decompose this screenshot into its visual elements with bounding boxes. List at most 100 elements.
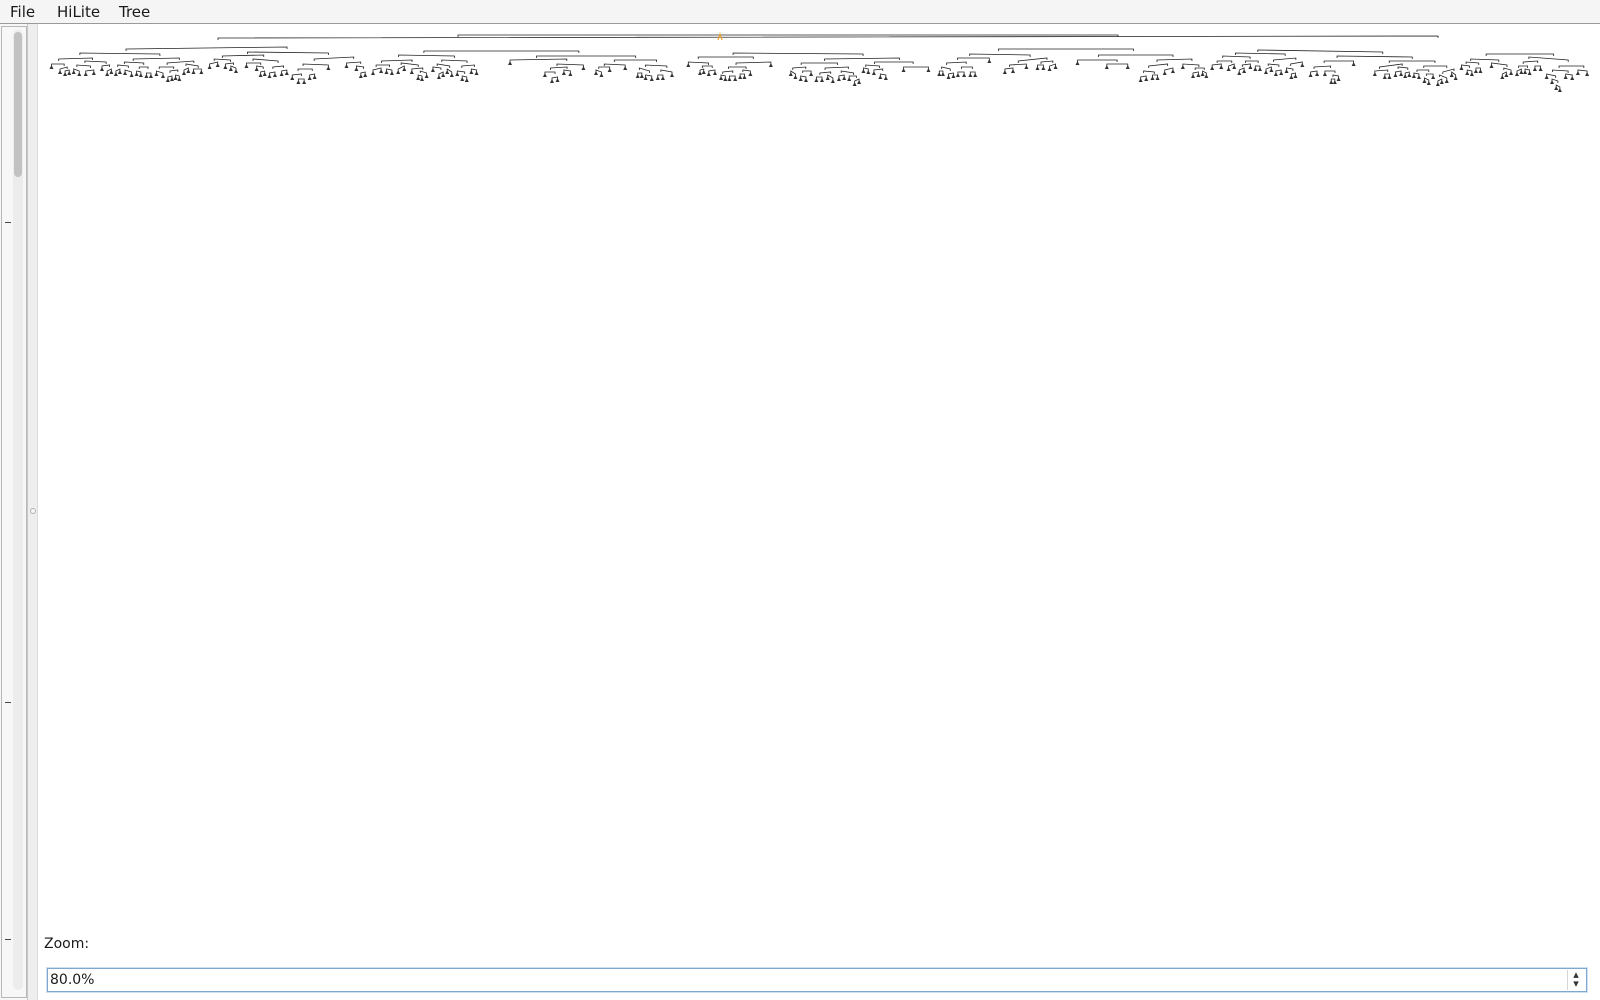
tree-node[interactable] xyxy=(852,82,857,86)
vertical-scrollbar-thumb[interactable] xyxy=(14,32,22,177)
tree-node[interactable] xyxy=(154,72,159,76)
tree-node[interactable] xyxy=(344,64,349,68)
tree-node[interactable] xyxy=(593,71,598,75)
tree-node[interactable] xyxy=(643,76,648,80)
tree-node[interactable] xyxy=(123,71,128,75)
tree-node[interactable] xyxy=(1514,72,1519,76)
tree-node[interactable] xyxy=(1308,73,1313,77)
tree-node[interactable] xyxy=(581,66,586,70)
tree-node[interactable] xyxy=(803,78,808,82)
tree-node[interactable] xyxy=(1322,72,1327,76)
tree-node[interactable] xyxy=(177,77,182,81)
tree-node[interactable] xyxy=(1554,86,1559,90)
tree-node[interactable] xyxy=(1150,76,1155,80)
tree-node[interactable] xyxy=(1426,81,1431,85)
tree-node[interactable] xyxy=(1315,72,1320,76)
tree-node[interactable] xyxy=(1035,66,1040,70)
tree-node[interactable] xyxy=(946,75,951,79)
tree-node[interactable] xyxy=(1465,71,1470,75)
tree-node[interactable] xyxy=(284,71,289,75)
tree-node[interactable] xyxy=(1190,74,1195,78)
tree-node[interactable] xyxy=(706,72,711,76)
tree-node[interactable] xyxy=(1351,62,1356,66)
decision-tree-view[interactable] xyxy=(38,26,1600,926)
tree-node[interactable] xyxy=(228,67,233,71)
tree-node[interactable] xyxy=(1372,72,1377,76)
tree-node[interactable] xyxy=(445,70,450,74)
tree-node[interactable] xyxy=(1002,70,1007,74)
tree-node[interactable] xyxy=(199,70,204,74)
tree-node[interactable] xyxy=(727,77,732,81)
tree-node[interactable] xyxy=(469,70,474,74)
tree-node[interactable] xyxy=(1416,75,1421,79)
tree-node[interactable] xyxy=(1242,69,1247,73)
tree-node[interactable] xyxy=(623,66,628,70)
tree-node[interactable] xyxy=(67,71,72,75)
tree-node[interactable] xyxy=(1403,74,1408,78)
tree-node[interactable] xyxy=(1300,63,1305,67)
tree-node[interactable] xyxy=(1585,72,1590,76)
tree-node[interactable] xyxy=(113,72,118,76)
tree-node[interactable] xyxy=(117,70,122,74)
tree-node[interactable] xyxy=(670,73,675,77)
tree-node[interactable] xyxy=(91,71,96,75)
tree-node[interactable] xyxy=(186,69,191,73)
tree-node[interactable] xyxy=(420,77,425,81)
tree-node[interactable] xyxy=(262,72,267,76)
tree-node[interactable] xyxy=(223,65,228,69)
tree-node[interactable] xyxy=(901,68,906,72)
tree-node[interactable] xyxy=(940,72,945,76)
tree-node[interactable] xyxy=(181,71,186,75)
tree-node[interactable] xyxy=(568,72,573,76)
tree-node[interactable] xyxy=(871,71,876,75)
tree-node[interactable] xyxy=(742,75,747,79)
tree-node[interactable] xyxy=(607,68,612,72)
tree-node[interactable] xyxy=(1047,67,1052,71)
tree-node[interactable] xyxy=(1284,69,1289,73)
tree-node[interactable] xyxy=(719,76,724,80)
tree-canvas[interactable] xyxy=(38,26,1600,926)
tree-node[interactable] xyxy=(358,74,363,78)
tree-node[interactable] xyxy=(138,73,143,77)
tree-node[interactable] xyxy=(254,67,259,71)
tree-node[interactable] xyxy=(1435,82,1440,86)
tree-node[interactable] xyxy=(635,74,640,78)
tree-node[interactable] xyxy=(1232,65,1237,69)
tree-node[interactable] xyxy=(296,80,301,84)
tree-node[interactable] xyxy=(836,77,841,81)
tree-node[interactable] xyxy=(1170,69,1175,73)
tree-node[interactable] xyxy=(363,73,368,77)
tree-node[interactable] xyxy=(847,77,852,81)
tree-node[interactable] xyxy=(1422,79,1427,83)
tree-node[interactable] xyxy=(207,65,212,69)
tree-node[interactable] xyxy=(555,78,560,82)
tree-node[interactable] xyxy=(191,70,196,74)
tree-node[interactable] xyxy=(857,80,862,84)
tree-node[interactable] xyxy=(379,69,384,73)
tree-node[interactable] xyxy=(148,74,153,78)
tree-node[interactable] xyxy=(354,67,359,71)
tree-node[interactable] xyxy=(384,70,389,74)
tree-node[interactable] xyxy=(244,64,249,68)
tree-node[interactable] xyxy=(1196,73,1201,77)
tree-node[interactable] xyxy=(1257,67,1262,71)
tree-node[interactable] xyxy=(1200,72,1205,76)
tree-node[interactable] xyxy=(1226,67,1231,71)
tree-node[interactable] xyxy=(1431,75,1436,79)
tree-node[interactable] xyxy=(861,69,866,73)
tree-node[interactable] xyxy=(1519,70,1524,74)
tree-node[interactable] xyxy=(1411,74,1416,78)
menu-hilite[interactable]: HiLite xyxy=(55,3,102,21)
tree-node[interactable] xyxy=(474,71,479,75)
tree-node[interactable] xyxy=(170,77,175,81)
tree-node[interactable] xyxy=(1399,72,1404,76)
tree-node[interactable] xyxy=(798,77,803,81)
tree-node[interactable] xyxy=(1393,73,1398,77)
tree-node[interactable] xyxy=(686,63,691,67)
tree-node[interactable] xyxy=(1210,66,1215,70)
tree-node[interactable] xyxy=(1509,71,1514,75)
tree-node[interactable] xyxy=(820,78,825,82)
tree-node[interactable] xyxy=(655,76,660,80)
tree-node[interactable] xyxy=(1382,75,1387,79)
tree-node[interactable] xyxy=(926,68,931,72)
